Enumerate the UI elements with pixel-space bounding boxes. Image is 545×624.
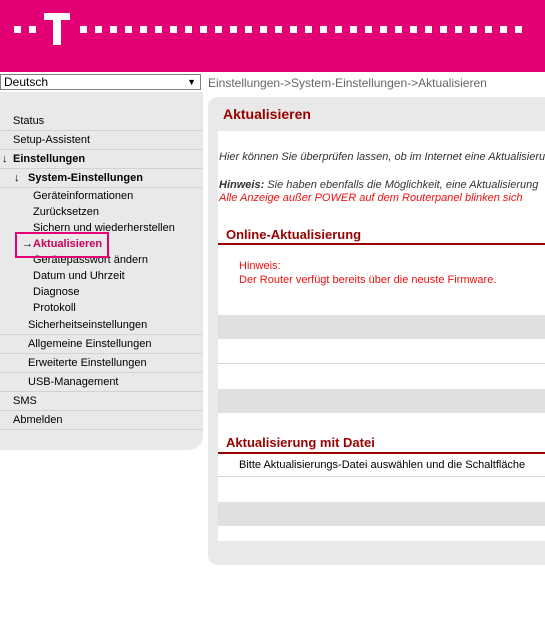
logo-dots-left — [14, 25, 36, 33]
sidebar-sub-item[interactable]: Zurücksetzen — [0, 204, 203, 220]
highlight-frame — [15, 232, 109, 258]
sidebar-sub-item[interactable]: Diagnose — [0, 284, 203, 300]
hint-line: Hinweis: Sie haben ebenfalls die Möglich… — [219, 179, 538, 191]
sidebar-item-setup[interactable]: Setup-Assistent — [0, 131, 203, 150]
section-divider — [218, 452, 545, 454]
header-bar — [0, 0, 545, 72]
logo-dots-right — [80, 25, 522, 33]
dropdown-arrow-icon[interactable]: ▼ — [187, 75, 196, 89]
file-update-title: Aktualisierung mit Datei — [226, 435, 375, 450]
sidebar-sub-item[interactable]: Geräteinformationen — [0, 188, 203, 204]
telekom-logo — [14, 13, 522, 45]
online-hint-text: Der Router verfügt bereits über die neus… — [239, 274, 497, 286]
sidebar-sub-item[interactable]: Protokoll — [0, 300, 203, 316]
sidebar-item-label: Einstellungen — [13, 153, 86, 165]
language-selected: Deutsch — [4, 75, 49, 89]
file-update-text: Bitte Aktualisierungs-Datei auswählen un… — [239, 459, 526, 471]
grey-row — [218, 502, 545, 526]
sidebar-nav: Status Setup-Assistent ↓ Einstellungen ↓… — [0, 92, 203, 450]
sidebar-item-sms[interactable]: SMS — [0, 392, 203, 411]
sidebar-item-einstellungen[interactable]: ↓ Einstellungen — [0, 150, 203, 169]
grey-row — [218, 315, 545, 339]
breadcrumb: Einstellungen->System-Einstellungen->Akt… — [208, 76, 487, 90]
expand-arrow-icon: ↓ — [14, 172, 20, 184]
sidebar-item-status[interactable]: Status — [0, 112, 203, 131]
section-divider — [218, 243, 545, 245]
sidebar-item-general[interactable]: Allgemeine Einstellungen — [0, 335, 203, 354]
sidebar-item-usb[interactable]: USB-Management — [0, 373, 203, 392]
language-select[interactable]: Deutsch ▼ — [0, 74, 201, 90]
row-divider — [218, 476, 545, 477]
intro-text: Hier können Sie überprüfen lassen, ob im… — [219, 151, 545, 163]
sidebar-item-advanced[interactable]: Erweiterte Einstellungen — [0, 354, 203, 373]
online-update-title: Online-Aktualisierung — [226, 227, 362, 242]
hint-warning: Alle Anzeige außer POWER auf dem Routerp… — [219, 192, 523, 204]
sidebar-item-system[interactable]: ↓ System-Einstellungen — [0, 169, 203, 188]
grey-row — [218, 389, 545, 413]
sidebar-item-security[interactable]: Sicherheitseinstellungen — [0, 316, 203, 335]
sidebar-item-label: System-Einstellungen — [28, 172, 143, 184]
online-hint-label: Hinweis: — [239, 260, 281, 272]
page-title: Aktualisieren — [223, 106, 311, 122]
main-content: Aktualisieren Hier können Sie überprüfen… — [208, 97, 545, 565]
sidebar-sub-item[interactable]: Datum und Uhrzeit — [0, 268, 203, 284]
expand-arrow-icon: ↓ — [2, 153, 8, 165]
row-divider — [218, 363, 545, 364]
hint-text: Sie haben ebenfalls die Möglichkeit, ein… — [264, 179, 539, 191]
t-logo-icon — [44, 13, 70, 45]
sidebar-item-logout[interactable]: Abmelden — [0, 411, 203, 430]
hint-label: Hinweis: — [219, 179, 265, 191]
